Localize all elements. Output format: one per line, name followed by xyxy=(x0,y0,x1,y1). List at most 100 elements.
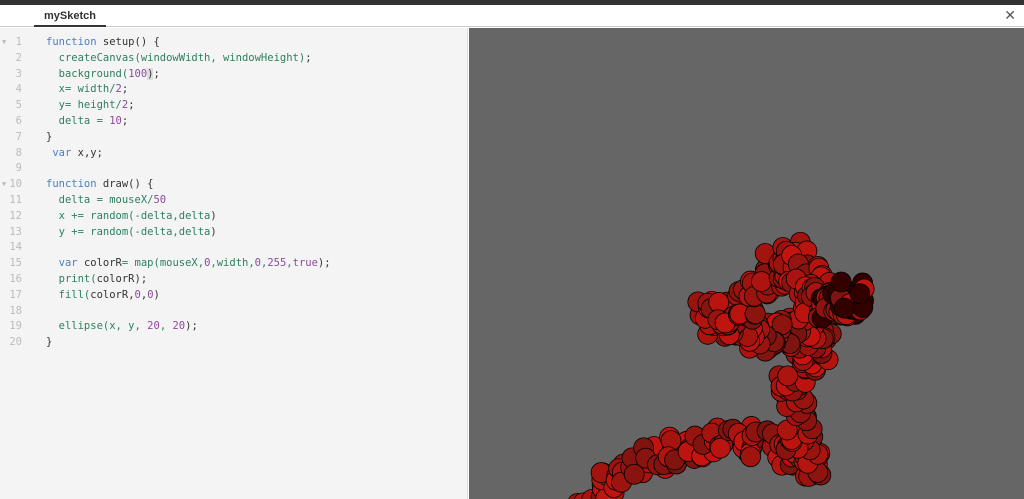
code-token: , xyxy=(159,320,173,333)
line-number: 1 xyxy=(15,36,22,48)
code-text: } xyxy=(46,129,52,145)
code-token: colorR); xyxy=(96,273,148,285)
code-token: } xyxy=(46,130,53,143)
code-line[interactable]: 2 createCanvas(windowWidth, windowHeight… xyxy=(0,50,468,66)
code-text: delta = mouseX/50 xyxy=(46,192,166,208)
code-text: y= height/2; xyxy=(46,97,135,113)
code-token: ; xyxy=(305,51,312,64)
ellipse-mark xyxy=(830,271,852,293)
code-token: x += random(-delta,delta xyxy=(46,209,211,222)
code-text: function draw() { xyxy=(46,176,153,192)
line-number: 3 xyxy=(15,67,22,80)
code-token: x,y; xyxy=(71,146,103,159)
line-number: 17 xyxy=(9,288,22,301)
code-token: 10 xyxy=(109,115,122,127)
code-token: print( xyxy=(46,273,97,285)
line-number: 10 xyxy=(9,178,22,191)
line-number: 16 xyxy=(9,273,22,285)
line-number: 18 xyxy=(9,304,22,317)
code-token: ); xyxy=(185,320,198,333)
code-line[interactable]: 4 x= width/2; xyxy=(0,81,468,97)
code-token: function xyxy=(46,178,97,191)
ellipse-mark xyxy=(740,446,761,468)
code-text: x += random(-delta,delta) xyxy=(46,208,217,224)
code-token: var xyxy=(58,257,78,270)
code-text: var x,y; xyxy=(46,145,103,161)
sketch-output xyxy=(568,231,875,499)
code-token: draw() { xyxy=(96,178,154,191)
code-line[interactable]: 16 print(colorR); xyxy=(0,271,468,287)
code-text: } xyxy=(46,334,52,350)
code-token: ); xyxy=(317,257,331,270)
code-token: background( xyxy=(46,67,129,80)
code-token: ) xyxy=(210,209,217,222)
line-number: 15 xyxy=(9,257,22,270)
code-line[interactable]: 13 y += random(-delta,delta) xyxy=(0,224,468,240)
code-line[interactable]: 6 delta = 10; xyxy=(0,113,468,129)
code-text: fill(colorR,0,0) xyxy=(46,287,160,303)
code-token: ; xyxy=(121,115,129,127)
code-token: fill( xyxy=(46,288,91,301)
code-token: ,width, xyxy=(210,257,255,270)
line-number: 19 xyxy=(9,320,22,333)
code-token: colorR xyxy=(77,257,122,270)
sketch-canvas[interactable] xyxy=(469,28,1024,499)
code-line[interactable]: 7} xyxy=(0,129,468,145)
line-number: 5 xyxy=(15,99,22,112)
code-line[interactable]: 11 delta = mouseX/50 xyxy=(0,192,468,208)
line-number: 7 xyxy=(15,130,22,143)
tab-bar: mySketch ✕ xyxy=(0,5,1024,27)
code-token: 50 xyxy=(153,194,167,206)
code-text: ellipse(x, y, 20, 20); xyxy=(46,318,198,334)
line-number: 14 xyxy=(9,241,22,254)
code-token: 255 xyxy=(267,257,287,270)
line-number: 6 xyxy=(15,115,22,127)
code-text: print(colorR); xyxy=(46,271,148,287)
code-token: delta = xyxy=(46,115,110,127)
tab-mysketch[interactable]: mySketch xyxy=(34,5,106,27)
code-line[interactable]: ▼ 1 function setup() { xyxy=(0,34,468,50)
line-number: 4 xyxy=(15,83,22,96)
code-token: = map(mouseX, xyxy=(121,257,205,270)
code-text: var colorR= map(mouseX,0,width,0,255,tru… xyxy=(46,255,331,271)
code-text: createCanvas(windowWidth, windowHeight); xyxy=(46,50,312,66)
code-line[interactable]: 17 fill(colorR,0,0) xyxy=(0,287,468,303)
code-line[interactable]: ▼ 10 function draw() { xyxy=(0,176,468,192)
code-token: setup() { xyxy=(96,36,160,48)
code-line[interactable]: 20} xyxy=(0,334,468,350)
close-icon[interactable]: ✕ xyxy=(1004,7,1016,24)
code-line[interactable]: 8 var x,y; xyxy=(0,145,468,161)
code-line[interactable]: 19 ellipse(x, y, 20, 20); xyxy=(0,318,468,334)
code-token: ) xyxy=(153,288,160,301)
code-token: ; xyxy=(153,67,160,80)
code-editor[interactable]: ▼ 1 function setup() {2 createCanvas(windo… xyxy=(0,28,468,499)
code-token: y += random(-delta,delta xyxy=(46,225,211,238)
line-number: 11 xyxy=(9,194,22,206)
code-line[interactable]: 12 x += random(-delta,delta) xyxy=(0,208,468,224)
code-text: y += random(-delta,delta) xyxy=(46,224,217,240)
code-line[interactable]: 9 xyxy=(0,160,468,176)
code-line[interactable]: 18 xyxy=(0,303,468,319)
code-token: ellipse(x, y, xyxy=(46,320,148,333)
code-token: function xyxy=(46,36,97,48)
line-number: 20 xyxy=(9,336,22,349)
code-token: x= width/ xyxy=(46,83,116,96)
code-text: x= width/2; xyxy=(46,81,129,97)
code-line[interactable]: 14 xyxy=(0,239,468,255)
code-line[interactable]: 5 y= height/2; xyxy=(0,97,468,113)
code-token: ; xyxy=(121,83,129,96)
code-token: 20 xyxy=(147,320,160,333)
ellipse-mark xyxy=(750,271,772,292)
code-line[interactable]: 3 background(100); xyxy=(0,66,468,82)
code-token: 100 xyxy=(128,67,148,80)
code-token: } xyxy=(46,336,53,349)
line-number: 8 xyxy=(15,146,22,159)
code-text: delta = 10; xyxy=(46,113,129,129)
code-token: ) xyxy=(210,225,217,238)
ellipse-mark xyxy=(709,437,731,459)
code-line[interactable]: 15 var colorR= map(mouseX,0,width,0,255,… xyxy=(0,255,468,271)
code-token: createCanvas(windowWidth, windowHeight) xyxy=(46,51,306,64)
ellipse-mark xyxy=(849,283,871,305)
code-token: var xyxy=(52,146,72,159)
ellipse-mark xyxy=(833,297,855,319)
